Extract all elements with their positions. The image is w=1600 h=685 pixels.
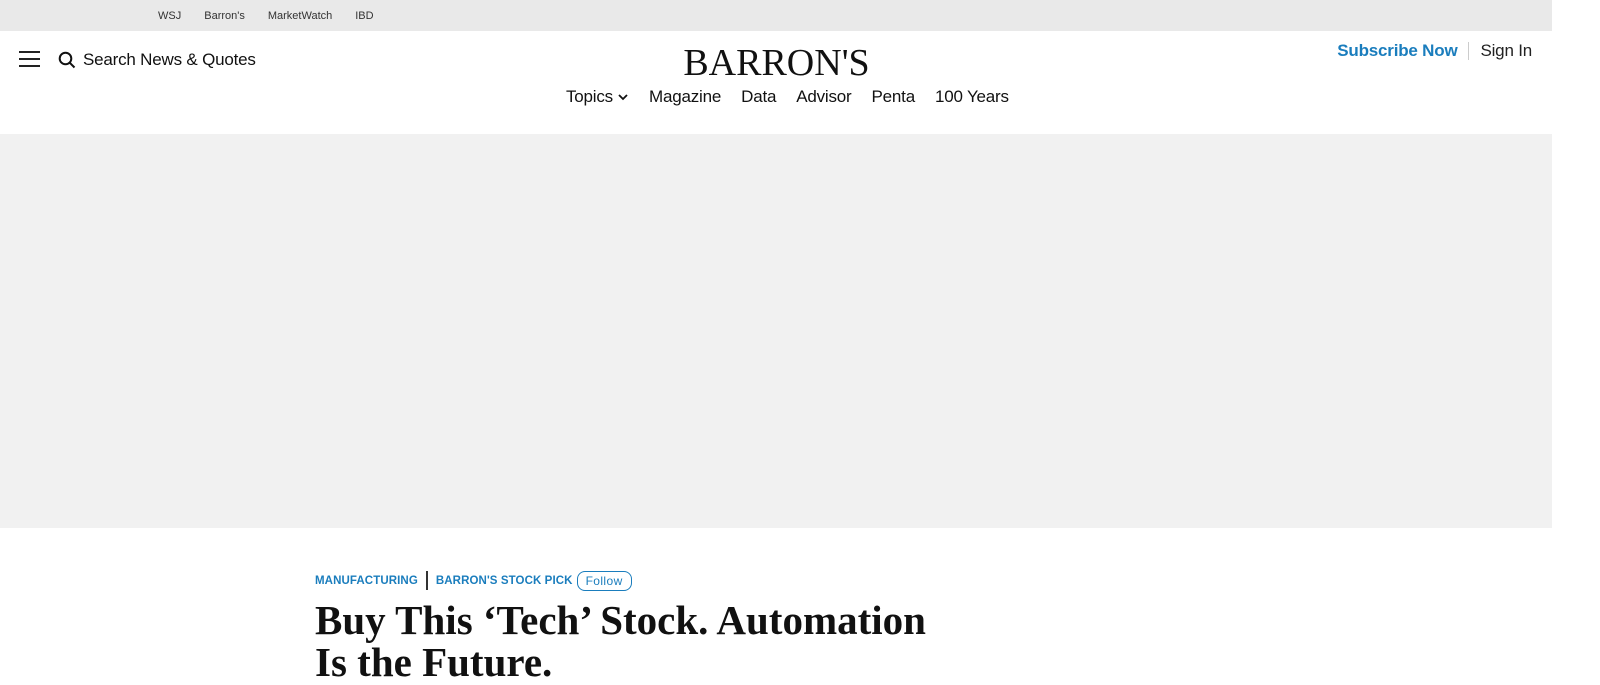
hamburger-menu-icon[interactable] [19,51,40,68]
nav-item-100-years[interactable]: 100 Years [935,87,1009,107]
account-links: Subscribe Now Sign In [1337,39,1532,63]
sign-in-link[interactable]: Sign In [1480,41,1532,61]
search-icon [58,51,76,69]
logo-text: BARRON'S [683,42,870,84]
network-links: WSJ Barron's MarketWatch IBD [158,0,397,31]
site-header: Search News & Quotes BARRON'S Subscribe … [0,31,1552,134]
nav-item-topics[interactable]: Topics [566,87,629,107]
page-scroll-gutter [1552,0,1600,677]
subscribe-button[interactable]: Subscribe Now [1337,41,1457,61]
chevron-down-icon [618,94,628,101]
tag-barrons-stock-pick[interactable]: BARRON'S STOCK PICK [436,575,573,587]
nav-item-data[interactable]: Data [741,87,776,107]
nav-item-magazine[interactable]: Magazine [649,87,721,107]
network-bar: WSJ Barron's MarketWatch IBD [0,0,1552,31]
article-header: MANUFACTURING BARRON'S STOCK PICK Follow… [315,568,1015,683]
tag-manufacturing[interactable]: MANUFACTURING [315,575,418,587]
article-headline: Buy This ‘Tech’ Stock. Automation Is the… [315,597,926,685]
article-tags: MANUFACTURING BARRON'S STOCK PICK Follow [315,568,1015,593]
ad-placeholder [0,134,1552,528]
network-link-wsj[interactable]: WSJ [158,10,181,22]
search-label: Search News & Quotes [83,50,256,69]
network-link-marketwatch[interactable]: MarketWatch [268,10,332,22]
tag-divider [425,571,428,590]
nav-item-advisor[interactable]: Advisor [796,87,851,107]
network-link-barrons[interactable]: Barron's [204,10,245,22]
nav-item-topics-label: Topics [566,87,613,106]
follow-button[interactable]: Follow [576,570,632,591]
section-nav: Topics Magazine Data Advisor Penta 100 Y… [566,85,1009,109]
nav-item-penta[interactable]: Penta [872,87,916,107]
account-divider [1468,42,1470,60]
network-link-ibd[interactable]: IBD [355,10,373,22]
barrons-logo[interactable]: BARRON'S [683,43,869,83]
search-button[interactable]: Search News & Quotes [58,47,256,73]
